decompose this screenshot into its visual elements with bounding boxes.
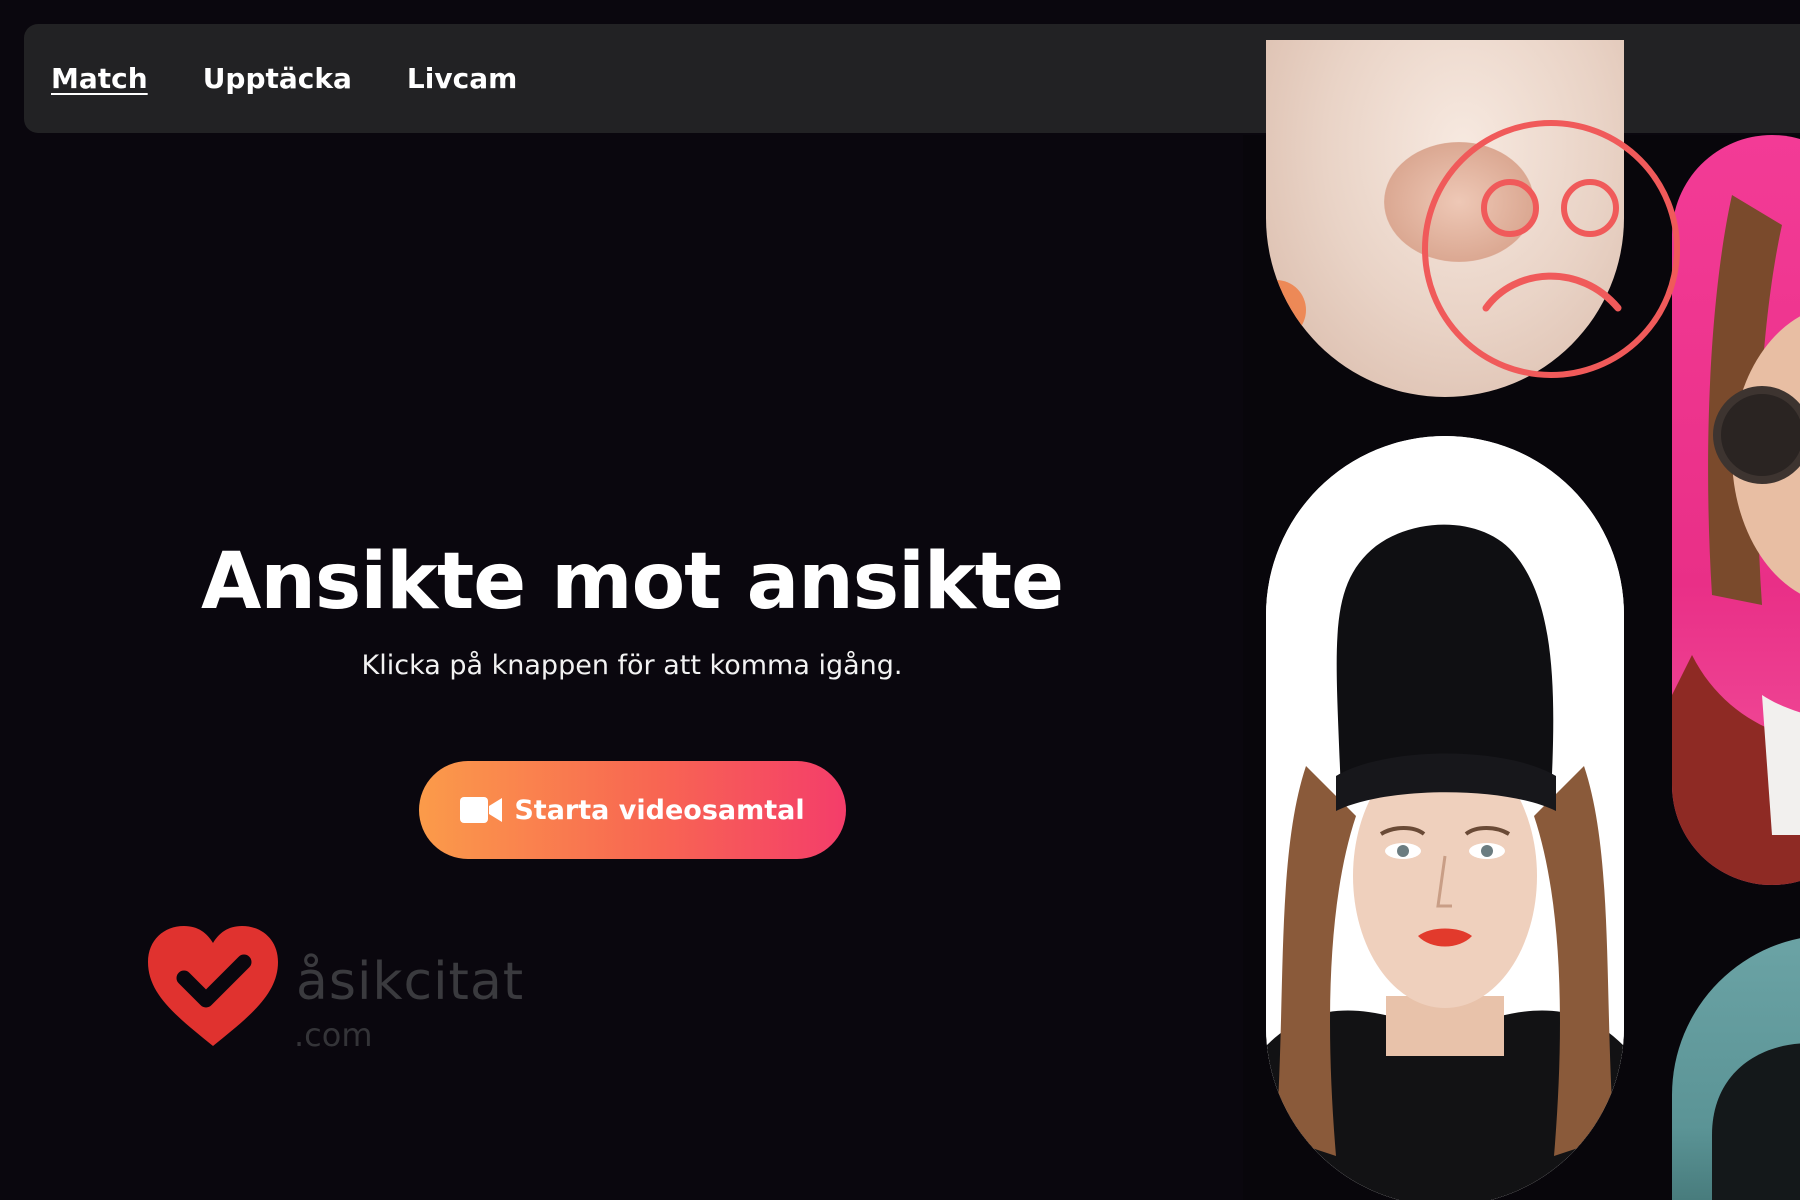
- sunglasses-portrait-illustration: [1672, 195, 1800, 885]
- nav-link-upptacka[interactable]: Upptäcka: [203, 62, 352, 95]
- start-video-call-label: Starta videosamtal: [514, 794, 805, 826]
- watermark-name: åsikcitat: [296, 952, 525, 1012]
- woman-portrait-illustration: [1266, 436, 1624, 1200]
- nav-link-match[interactable]: Match: [51, 62, 148, 95]
- profile-photo-woman-beanie: [1266, 436, 1624, 1200]
- sad-face-icon: [1420, 118, 1682, 380]
- page: Match Upptäcka Livcam Ansikte mot ansikt…: [0, 0, 1800, 1200]
- hero-subtitle: Klicka på knappen för att komma igång.: [361, 649, 903, 681]
- profile-photo-woman-sunglasses: [1672, 135, 1800, 885]
- video-camera-icon: [460, 796, 503, 824]
- hero-section: Ansikte mot ansikte Klicka på knappen fö…: [0, 537, 1264, 681]
- heart-check-icon: [146, 924, 280, 1049]
- watermark-logo: åsikcitat .com: [146, 924, 546, 1054]
- nav-link-livcam[interactable]: Livcam: [407, 62, 517, 95]
- start-video-call-button[interactable]: Starta videosamtal: [419, 761, 846, 859]
- hero-title: Ansikte mot ansikte: [201, 537, 1064, 627]
- watermark-domain: .com: [294, 1016, 373, 1054]
